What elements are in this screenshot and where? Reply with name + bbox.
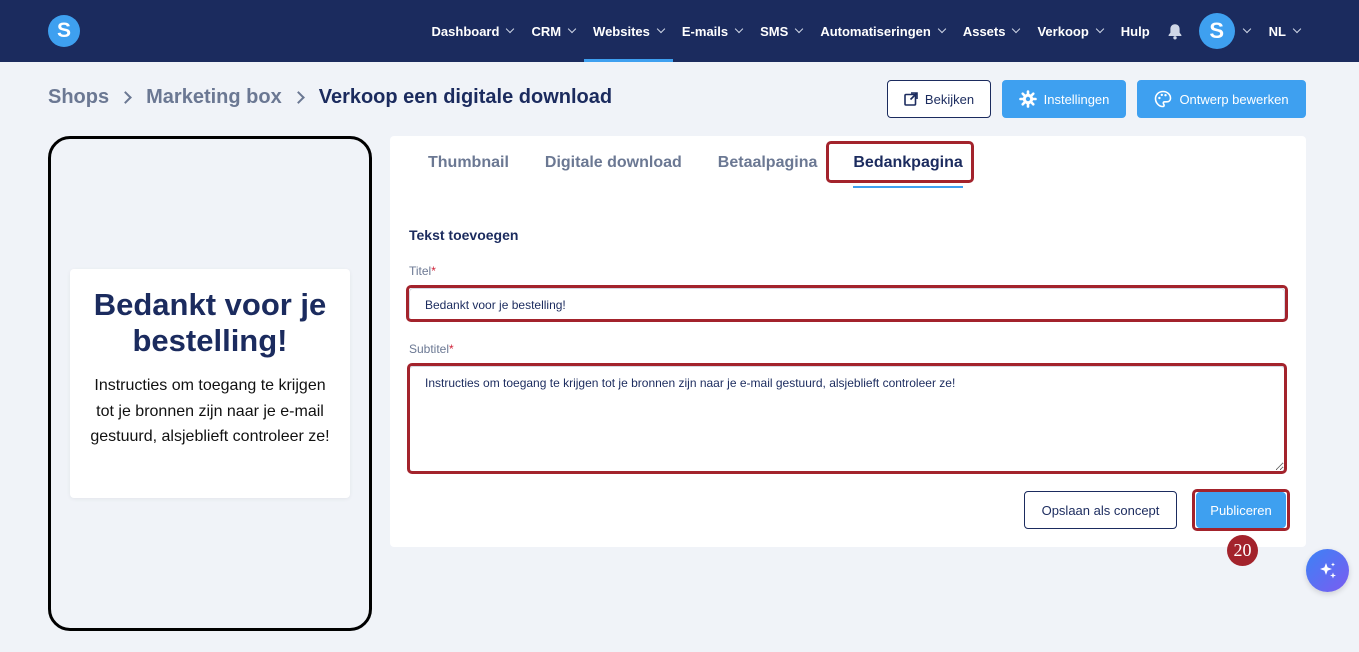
breadcrumb: Shops Marketing box Verkoop een digitale… — [48, 86, 612, 109]
chevron-down-icon — [1292, 24, 1302, 34]
chevron-down-icon — [1012, 24, 1021, 34]
app-logo[interactable]: S — [48, 15, 80, 47]
external-link-icon — [904, 92, 918, 106]
ai-assistant-button[interactable] — [1306, 549, 1349, 592]
title-label-text: Titel — [409, 264, 432, 278]
chevron-right-icon — [291, 91, 305, 104]
thank-you-preview-card: Bedankt voor je bestelling! Instructies … — [70, 269, 350, 498]
tab-bedankpagina[interactable]: Bedankpagina — [835, 136, 980, 190]
chevron-down-icon — [795, 24, 804, 34]
nav-label: CRM — [531, 23, 562, 39]
edit-design-button-label: Ontwerp bewerken — [1179, 91, 1289, 107]
nav-label: SMS — [760, 23, 789, 39]
nav-item-sms[interactable]: SMS — [751, 0, 811, 62]
nav-label: Dashboard — [431, 23, 500, 39]
nav-item-emails[interactable]: E-mails — [673, 0, 751, 62]
required-mark: * — [449, 342, 454, 356]
chevron-down-icon — [506, 24, 515, 34]
nav-label: Verkoop — [1037, 23, 1089, 39]
language-label: NL — [1268, 23, 1286, 39]
tab-betaalpagina[interactable]: Betaalpagina — [700, 136, 836, 190]
gear-icon — [1018, 90, 1037, 108]
settings-button[interactable]: Instellingen — [1002, 80, 1126, 118]
chevron-down-icon — [734, 24, 744, 34]
edit-design-button[interactable]: Ontwerp bewerken — [1137, 80, 1306, 118]
nav-item-websites[interactable]: Websites — [584, 0, 673, 62]
nav-item-verkoop[interactable]: Verkoop — [1028, 0, 1111, 62]
preview-subtitle: Instructies om toegang te krijgen tot je… — [90, 377, 330, 445]
tab-digitale-download[interactable]: Digitale download — [527, 136, 700, 190]
view-button-label: Bekijken — [924, 91, 975, 107]
breadcrumb-shops[interactable]: Shops — [48, 86, 109, 109]
sparkle-icon — [1319, 562, 1336, 578]
avatar-letter: S — [1209, 18, 1224, 43]
nav-label: Assets — [962, 23, 1006, 39]
chevron-down-icon — [1242, 24, 1251, 34]
nav-item-dashboard[interactable]: Dashboard — [423, 0, 523, 62]
chevron-down-icon — [567, 24, 577, 34]
subtitle-textarea[interactable]: Instructies om toegang te krijgen tot je… — [409, 366, 1285, 472]
save-draft-button[interactable]: Opslaan als concept — [1024, 491, 1177, 529]
nav-label: Automatiseringen — [820, 23, 931, 39]
chevron-down-icon — [656, 24, 666, 34]
publish-button[interactable]: Publiceren — [1196, 492, 1286, 528]
editor-tabs: Thumbnail Digitale download Betaalpagina… — [410, 136, 981, 190]
nav-label: Hulp — [1120, 23, 1150, 39]
save-draft-label: Opslaan als concept — [1041, 502, 1160, 518]
subtitle-label-text: Subtitel — [409, 342, 450, 356]
nav-item-hulp[interactable]: Hulp — [1112, 0, 1159, 62]
required-mark: * — [431, 264, 436, 278]
chevron-down-icon — [1095, 24, 1105, 34]
step-number-badge: 20 — [1227, 535, 1258, 566]
bell-icon[interactable] — [1165, 0, 1185, 62]
publish-label: Publiceren — [1210, 502, 1272, 518]
top-navigation-bar: S Dashboard CRM Websites E-mails SMS Aut… — [0, 0, 1359, 62]
mobile-preview-frame: Bedankt voor je bestelling! Instructies … — [48, 136, 372, 631]
page-title: Verkoop een digitale download — [318, 86, 613, 108]
tab-thumbnail[interactable]: Thumbnail — [410, 136, 527, 190]
avatar: S — [1198, 13, 1235, 49]
title-input[interactable] — [409, 288, 1285, 321]
title-field-label: Titel* — [409, 264, 436, 278]
subtitle-field-label: Subtitel* — [409, 342, 454, 356]
logo-letter: S — [56, 19, 71, 42]
user-menu[interactable]: S — [1193, 13, 1260, 49]
breadcrumb-marketing-box[interactable]: Marketing box — [146, 86, 282, 109]
nav-label: E-mails — [681, 23, 729, 39]
preview-title: Bedankt voor je bestelling! — [93, 287, 327, 358]
palette-icon — [1155, 90, 1172, 108]
main-nav: Dashboard CRM Websites E-mails SMS Autom… — [423, 0, 1309, 62]
editor-panel: Thumbnail Digitale download Betaalpagina… — [390, 136, 1306, 547]
chevron-right-icon — [119, 91, 132, 104]
chevron-down-icon — [937, 24, 947, 34]
section-title: Tekst toevoegen — [409, 227, 519, 243]
language-selector[interactable]: NL — [1260, 0, 1309, 62]
nav-label: Websites — [593, 23, 650, 39]
nav-item-crm[interactable]: CRM — [522, 0, 584, 62]
view-button[interactable]: Bekijken — [887, 80, 991, 118]
nav-item-assets[interactable]: Assets — [954, 0, 1029, 62]
settings-button-label: Instellingen — [1043, 91, 1110, 107]
nav-item-automatiseringen[interactable]: Automatiseringen — [811, 0, 954, 62]
